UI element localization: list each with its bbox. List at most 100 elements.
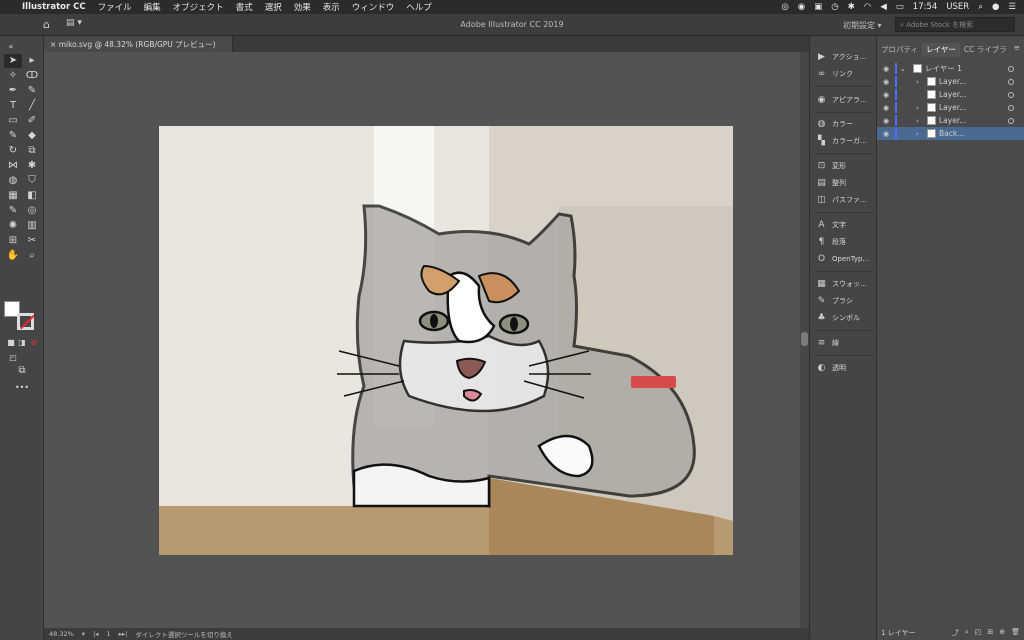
dock-item-actions[interactable]: ▶ アクショ... bbox=[816, 49, 878, 65]
visibility-eye-icon[interactable]: ◉ bbox=[877, 78, 895, 86]
expand-chevron-icon[interactable]: › bbox=[916, 78, 924, 86]
close-tab-icon[interactable]: × bbox=[50, 40, 56, 49]
zoom-dropdown-icon[interactable]: ▾ bbox=[82, 630, 85, 638]
adobe-stock-search-input[interactable]: ⌕ Adobe Stock を検索 bbox=[895, 17, 1015, 32]
battery-icon[interactable]: ▭ bbox=[896, 2, 904, 12]
layer-name[interactable]: Layer... bbox=[939, 90, 966, 99]
dock-item-transform[interactable]: ⊡ 変形 bbox=[816, 158, 878, 174]
layer-name[interactable]: Layer... bbox=[939, 116, 966, 125]
expand-chevron-icon[interactable]: › bbox=[916, 104, 924, 112]
dock-item-stroke[interactable]: ≡ 線 bbox=[816, 335, 878, 351]
artboard[interactable] bbox=[159, 126, 733, 555]
width-tool-icon[interactable]: ⋈ bbox=[4, 159, 22, 173]
puppet-warp-tool-icon[interactable]: ✱ bbox=[23, 159, 41, 173]
artboard-tool-icon[interactable]: ⊞ bbox=[4, 234, 22, 248]
notification-center-icon[interactable]: ☰ bbox=[1008, 2, 1016, 12]
visibility-eye-icon[interactable]: ◉ bbox=[877, 130, 895, 138]
tab-properties[interactable]: プロパティ bbox=[877, 43, 922, 57]
user-name[interactable]: USER bbox=[946, 2, 969, 12]
layer-row[interactable]: ◉ › Layer... bbox=[877, 114, 1024, 127]
menu-item-effect[interactable]: 効果 bbox=[294, 1, 311, 13]
next-artboard-icon[interactable]: ▸▸| bbox=[119, 630, 128, 638]
dock-item-symbols[interactable]: ♣ シンボル bbox=[816, 310, 878, 326]
first-artboard-icon[interactable]: |◂ bbox=[93, 630, 98, 638]
sync-icon[interactable]: ◉ bbox=[798, 2, 805, 12]
new-layer-icon[interactable]: ⊕ bbox=[999, 628, 1005, 638]
display-icon[interactable]: ▣ bbox=[814, 2, 822, 12]
expand-chevron-icon[interactable]: ⌄ bbox=[900, 65, 910, 73]
dock-item-appearance[interactable]: ◉ アピアラ... bbox=[816, 92, 878, 108]
dock-item-character[interactable]: A 文字 bbox=[816, 217, 878, 233]
new-sublayer-icon[interactable]: ⊞ bbox=[987, 628, 993, 638]
gradient-tool-icon[interactable]: ◧ bbox=[23, 189, 41, 203]
layer-row[interactable]: ◉ › Layer... bbox=[877, 101, 1024, 114]
clipping-mask-icon[interactable]: ◰ bbox=[975, 628, 982, 638]
siri-icon[interactable]: ● bbox=[992, 2, 999, 12]
layer-row-selected[interactable]: ◉ › Back... bbox=[877, 127, 1024, 140]
panel-menu-icon[interactable]: ≡ bbox=[1014, 43, 1024, 57]
cat-artwork[interactable] bbox=[159, 126, 733, 555]
lasso-tool-icon[interactable]: ↀ bbox=[23, 69, 41, 83]
locate-object-icon[interactable]: ⌕ bbox=[965, 628, 969, 638]
menu-item-view[interactable]: 表示 bbox=[323, 1, 340, 13]
menu-item-type[interactable]: 書式 bbox=[236, 1, 253, 13]
layer-name[interactable]: Back... bbox=[939, 129, 964, 138]
layer-row[interactable]: ◉ › Layer... bbox=[877, 75, 1024, 88]
magic-wand-tool-icon[interactable]: ✧ bbox=[4, 69, 22, 83]
zoom-level[interactable]: 48.32% bbox=[49, 630, 74, 638]
dock-item-links[interactable]: ∞ リンク bbox=[816, 66, 878, 82]
blend-tool-icon[interactable]: ◎ bbox=[23, 204, 41, 218]
document-tab[interactable]: × miko.svg @ 48.32% (RGB/GPU プレビュー) bbox=[44, 36, 233, 52]
scrollbar-thumb[interactable] bbox=[801, 332, 808, 346]
spotlight-icon[interactable]: ⌕ bbox=[978, 2, 983, 12]
bluetooth-icon[interactable]: ✱ bbox=[848, 2, 855, 12]
dock-item-opentype[interactable]: O OpenTyp... bbox=[816, 251, 878, 267]
dock-item-align[interactable]: ▤ 整列 bbox=[816, 175, 878, 191]
eyedropper-tool-icon[interactable]: ✎ bbox=[4, 204, 22, 218]
eraser-tool-icon[interactable]: ◆ bbox=[23, 129, 41, 143]
target-icon[interactable] bbox=[1008, 65, 1014, 72]
slice-tool-icon[interactable]: ✂ bbox=[23, 234, 41, 248]
scale-tool-icon[interactable]: ⧉ bbox=[23, 144, 41, 158]
shape-builder-tool-icon[interactable]: ◍ bbox=[4, 174, 22, 188]
column-graph-tool-icon[interactable]: ▥ bbox=[23, 219, 41, 233]
volume-icon[interactable]: ◀ bbox=[880, 2, 887, 12]
dock-item-color[interactable]: ◍ カラー bbox=[816, 116, 878, 132]
tab-cc-libraries[interactable]: CC ライブラ bbox=[960, 43, 1011, 57]
hand-tool-icon[interactable]: ✋ bbox=[4, 249, 22, 263]
menu-item-edit[interactable]: 編集 bbox=[144, 1, 161, 13]
pen-tool-icon[interactable]: ✒ bbox=[4, 84, 22, 98]
shaper-tool-icon[interactable]: ✎ bbox=[4, 129, 22, 143]
layer-name[interactable]: Layer... bbox=[939, 103, 966, 112]
target-icon[interactable] bbox=[1008, 117, 1014, 124]
line-tool-icon[interactable]: ╱ bbox=[23, 99, 41, 113]
artboard-number[interactable]: 1 bbox=[107, 630, 111, 638]
none-mode-icon[interactable]: ⊘ bbox=[25, 336, 43, 350]
workspace-preset-dropdown[interactable]: 初期設定 ▾ bbox=[843, 20, 882, 31]
dock-item-color-guide[interactable]: ▚ カラーガ... bbox=[816, 133, 878, 149]
target-icon[interactable] bbox=[1008, 78, 1014, 85]
menu-item-object[interactable]: オブジェクト bbox=[173, 1, 224, 13]
dock-item-swatches[interactable]: ▦ スウォッ... bbox=[816, 276, 878, 292]
type-tool-icon[interactable]: T bbox=[4, 99, 22, 113]
menu-item-help[interactable]: ヘルプ bbox=[406, 1, 432, 13]
visibility-eye-icon[interactable]: ◉ bbox=[877, 65, 895, 73]
dock-item-paragraph[interactable]: ¶ 段落 bbox=[816, 234, 878, 250]
wifi-icon[interactable]: ◠ bbox=[864, 2, 871, 12]
layer-row[interactable]: ◉ Layer... bbox=[877, 88, 1024, 101]
selection-tool-icon[interactable]: ➤ bbox=[4, 54, 22, 68]
trash-icon[interactable]: 🗑 bbox=[1011, 628, 1020, 638]
tab-layers[interactable]: レイヤー bbox=[922, 43, 960, 57]
edit-toolbar-icon[interactable]: ••• bbox=[13, 381, 31, 395]
menu-item-file[interactable]: ファイル bbox=[98, 1, 132, 13]
visibility-eye-icon[interactable]: ◉ bbox=[877, 104, 895, 112]
clock[interactable]: 17:54 bbox=[913, 2, 938, 12]
screen-mode-icon[interactable]: ⧉ bbox=[13, 364, 31, 378]
perspective-grid-tool-icon[interactable]: ▦ bbox=[4, 189, 22, 203]
time-machine-icon[interactable]: ◷ bbox=[831, 2, 838, 12]
rectangle-tool-icon[interactable]: ▭ bbox=[4, 114, 22, 128]
visibility-eye-icon[interactable]: ◉ bbox=[877, 117, 895, 125]
target-icon[interactable] bbox=[1008, 104, 1014, 111]
rotate-tool-icon[interactable]: ↻ bbox=[4, 144, 22, 158]
symbol-sprayer-tool-icon[interactable]: ✺ bbox=[4, 219, 22, 233]
